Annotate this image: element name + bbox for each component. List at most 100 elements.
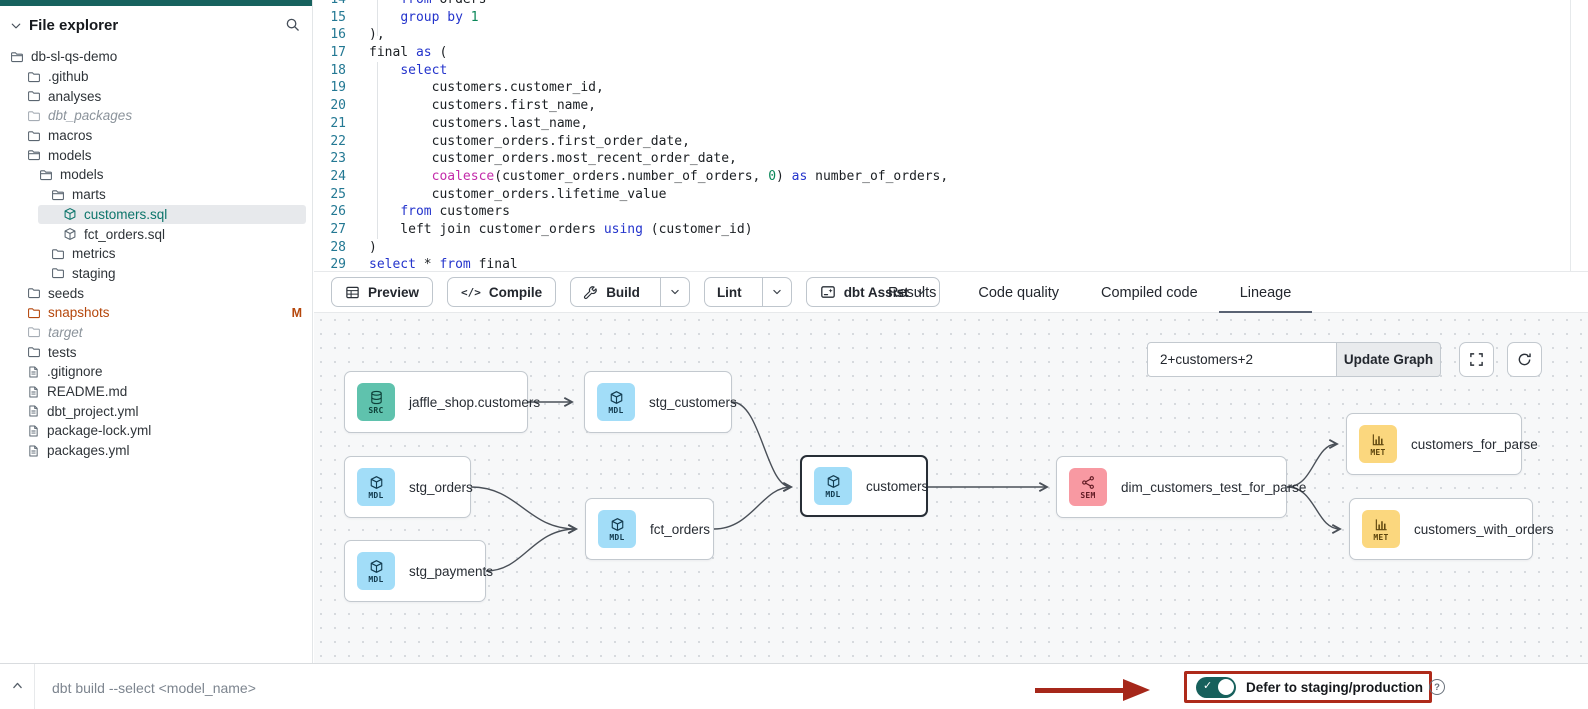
line-number: 28 — [314, 239, 346, 257]
file-tree-item-models[interactable]: models — [0, 145, 312, 165]
line-number: 29 — [314, 256, 346, 271]
command-input[interactable] — [50, 672, 984, 704]
file-icon — [27, 404, 40, 418]
cube-icon: MDL — [814, 467, 852, 505]
file-icon — [27, 365, 40, 379]
line-number: 14 — [314, 0, 346, 9]
file-tree-item-fct_orders.sql[interactable]: fct_orders.sql — [0, 224, 312, 244]
file-tree-item-dbt_project.yml[interactable]: dbt_project.yml — [0, 401, 312, 421]
folder-open-icon — [39, 168, 53, 182]
preview-button[interactable]: Preview — [331, 277, 433, 307]
file-tree-item-target[interactable]: target — [0, 323, 312, 343]
file-tree-item-seeds[interactable]: seeds — [0, 283, 312, 303]
file-tree-item-metrics[interactable]: metrics — [0, 244, 312, 264]
editor-right-divider — [1570, 0, 1571, 271]
file-icon — [27, 385, 40, 399]
code-icon: </> — [461, 286, 481, 299]
line-number: 18 — [314, 62, 346, 80]
chevron-down-icon[interactable] — [10, 20, 22, 32]
file-icon — [27, 444, 40, 458]
file-tree-item-models[interactable]: models — [0, 165, 312, 185]
line-number: 27 — [314, 221, 346, 239]
toggle-knob — [1218, 679, 1234, 695]
cube-icon: MDL — [357, 552, 395, 590]
tab-lineage[interactable]: Lineage — [1219, 272, 1313, 313]
result-tabs: ResultsCode qualityCompiled codeLineage — [867, 272, 1312, 313]
tab-results[interactable]: Results — [867, 272, 957, 313]
folder-icon — [27, 129, 41, 143]
defer-toggle-label: Defer to staging/production — [1246, 680, 1423, 695]
lint-dropdown-button[interactable] — [762, 278, 791, 306]
file-tree-item-analyses[interactable]: analyses — [0, 86, 312, 106]
search-icon[interactable] — [285, 17, 300, 32]
line-number: 25 — [314, 186, 346, 204]
line-number: 23 — [314, 150, 346, 168]
line-number: 22 — [314, 133, 346, 151]
folder-icon — [27, 306, 41, 320]
lineage-graph[interactable]: SRCjaffle_shop.customers MDLstg_customers… — [314, 313, 1588, 663]
update-graph-button[interactable]: Update Graph — [1337, 342, 1441, 377]
defer-toggle[interactable]: ✓ — [1196, 677, 1236, 698]
folder-open-icon — [51, 188, 65, 202]
line-number: 21 — [314, 115, 346, 133]
file-tree-item-customers.sql[interactable]: customers.sql — [38, 205, 306, 225]
dbt-cloud-ide: File explorer db-sl-qs-demo.githubanalys… — [0, 0, 1588, 709]
build-button[interactable]: Build — [571, 278, 652, 306]
folder-icon — [27, 89, 41, 103]
lineage-node-customers_for_parse[interactable]: METcustomers_for_parse — [1346, 413, 1522, 475]
file-tree-item-README.md[interactable]: README.md — [0, 382, 312, 402]
lineage-node-stg_payments[interactable]: MDLstg_payments — [344, 540, 486, 602]
lineage-node-dim_customers_test_for_parse[interactable]: SEMdim_customers_test_for_parse — [1056, 456, 1287, 518]
lineage-node-jaffle_shop.customers[interactable]: SRCjaffle_shop.customers — [344, 371, 528, 433]
tab-code-quality[interactable]: Code quality — [957, 272, 1080, 313]
folder-open-icon — [10, 50, 24, 64]
file-tree-item-.github[interactable]: .github — [0, 67, 312, 87]
table-icon — [345, 285, 360, 300]
model-icon — [63, 207, 77, 221]
folder-icon — [27, 70, 41, 84]
folder-icon — [51, 247, 65, 261]
file-tree-item-staging[interactable]: staging — [0, 264, 312, 284]
line-number: 19 — [314, 79, 346, 97]
file-tree-item-.gitignore[interactable]: .gitignore — [0, 362, 312, 382]
refresh-button[interactable] — [1507, 342, 1542, 377]
file-tree-item-dbt_packages[interactable]: dbt_packages — [0, 106, 312, 126]
assist-icon — [820, 284, 836, 300]
metric-icon: MET — [1362, 510, 1400, 548]
file-tree-item-db-sl-qs-demo[interactable]: db-sl-qs-demo — [0, 47, 312, 67]
semantic-icon: SEM — [1069, 468, 1107, 506]
annotation-arrow-head-red — [1123, 679, 1150, 701]
annotation-arrow-red — [1035, 688, 1124, 693]
file-tree-item-packages.yml[interactable]: packages.yml — [0, 441, 312, 461]
file-tree-item-snapshots[interactable]: snapshotsM — [0, 303, 312, 323]
fullscreen-icon — [1469, 352, 1484, 367]
lineage-node-stg_orders[interactable]: MDLstg_orders — [344, 456, 471, 518]
chevron-up-icon[interactable] — [11, 679, 24, 692]
file-icon — [27, 424, 40, 438]
line-number: 16 — [314, 26, 346, 44]
lineage-node-customers[interactable]: MDLcustomers — [800, 455, 928, 517]
fullscreen-button[interactable] — [1459, 342, 1494, 377]
lint-split-button: Lint — [704, 277, 792, 307]
lint-button[interactable]: Lint — [705, 278, 754, 306]
lineage-node-customers_with_orders[interactable]: METcustomers_with_orders — [1349, 498, 1533, 560]
code-editor[interactable]: 14 from orders15 group by 116),17final a… — [314, 0, 1588, 271]
help-icon[interactable]: ? — [1429, 679, 1445, 695]
file-tree-item-macros[interactable]: macros — [0, 126, 312, 146]
tab-compiled-code[interactable]: Compiled code — [1080, 272, 1219, 313]
line-number: 15 — [314, 9, 346, 27]
graph-selector-input[interactable] — [1147, 342, 1337, 377]
file-tree-item-tests[interactable]: tests — [0, 342, 312, 362]
file-tree-item-package-lock.yml[interactable]: package-lock.yml — [0, 421, 312, 441]
file-tree-item-marts[interactable]: marts — [0, 185, 312, 205]
folder-open-icon — [27, 148, 41, 162]
lineage-node-fct_orders[interactable]: MDLfct_orders — [585, 498, 714, 560]
build-dropdown-button[interactable] — [660, 278, 689, 306]
line-number: 24 — [314, 168, 346, 186]
compile-button[interactable]: </> Compile — [447, 277, 556, 307]
graph-selector: Update Graph — [1147, 342, 1441, 377]
folder-icon — [51, 266, 65, 280]
line-number: 20 — [314, 97, 346, 115]
lineage-node-stg_customers[interactable]: MDLstg_customers — [584, 371, 732, 433]
wrench-icon — [583, 285, 598, 300]
